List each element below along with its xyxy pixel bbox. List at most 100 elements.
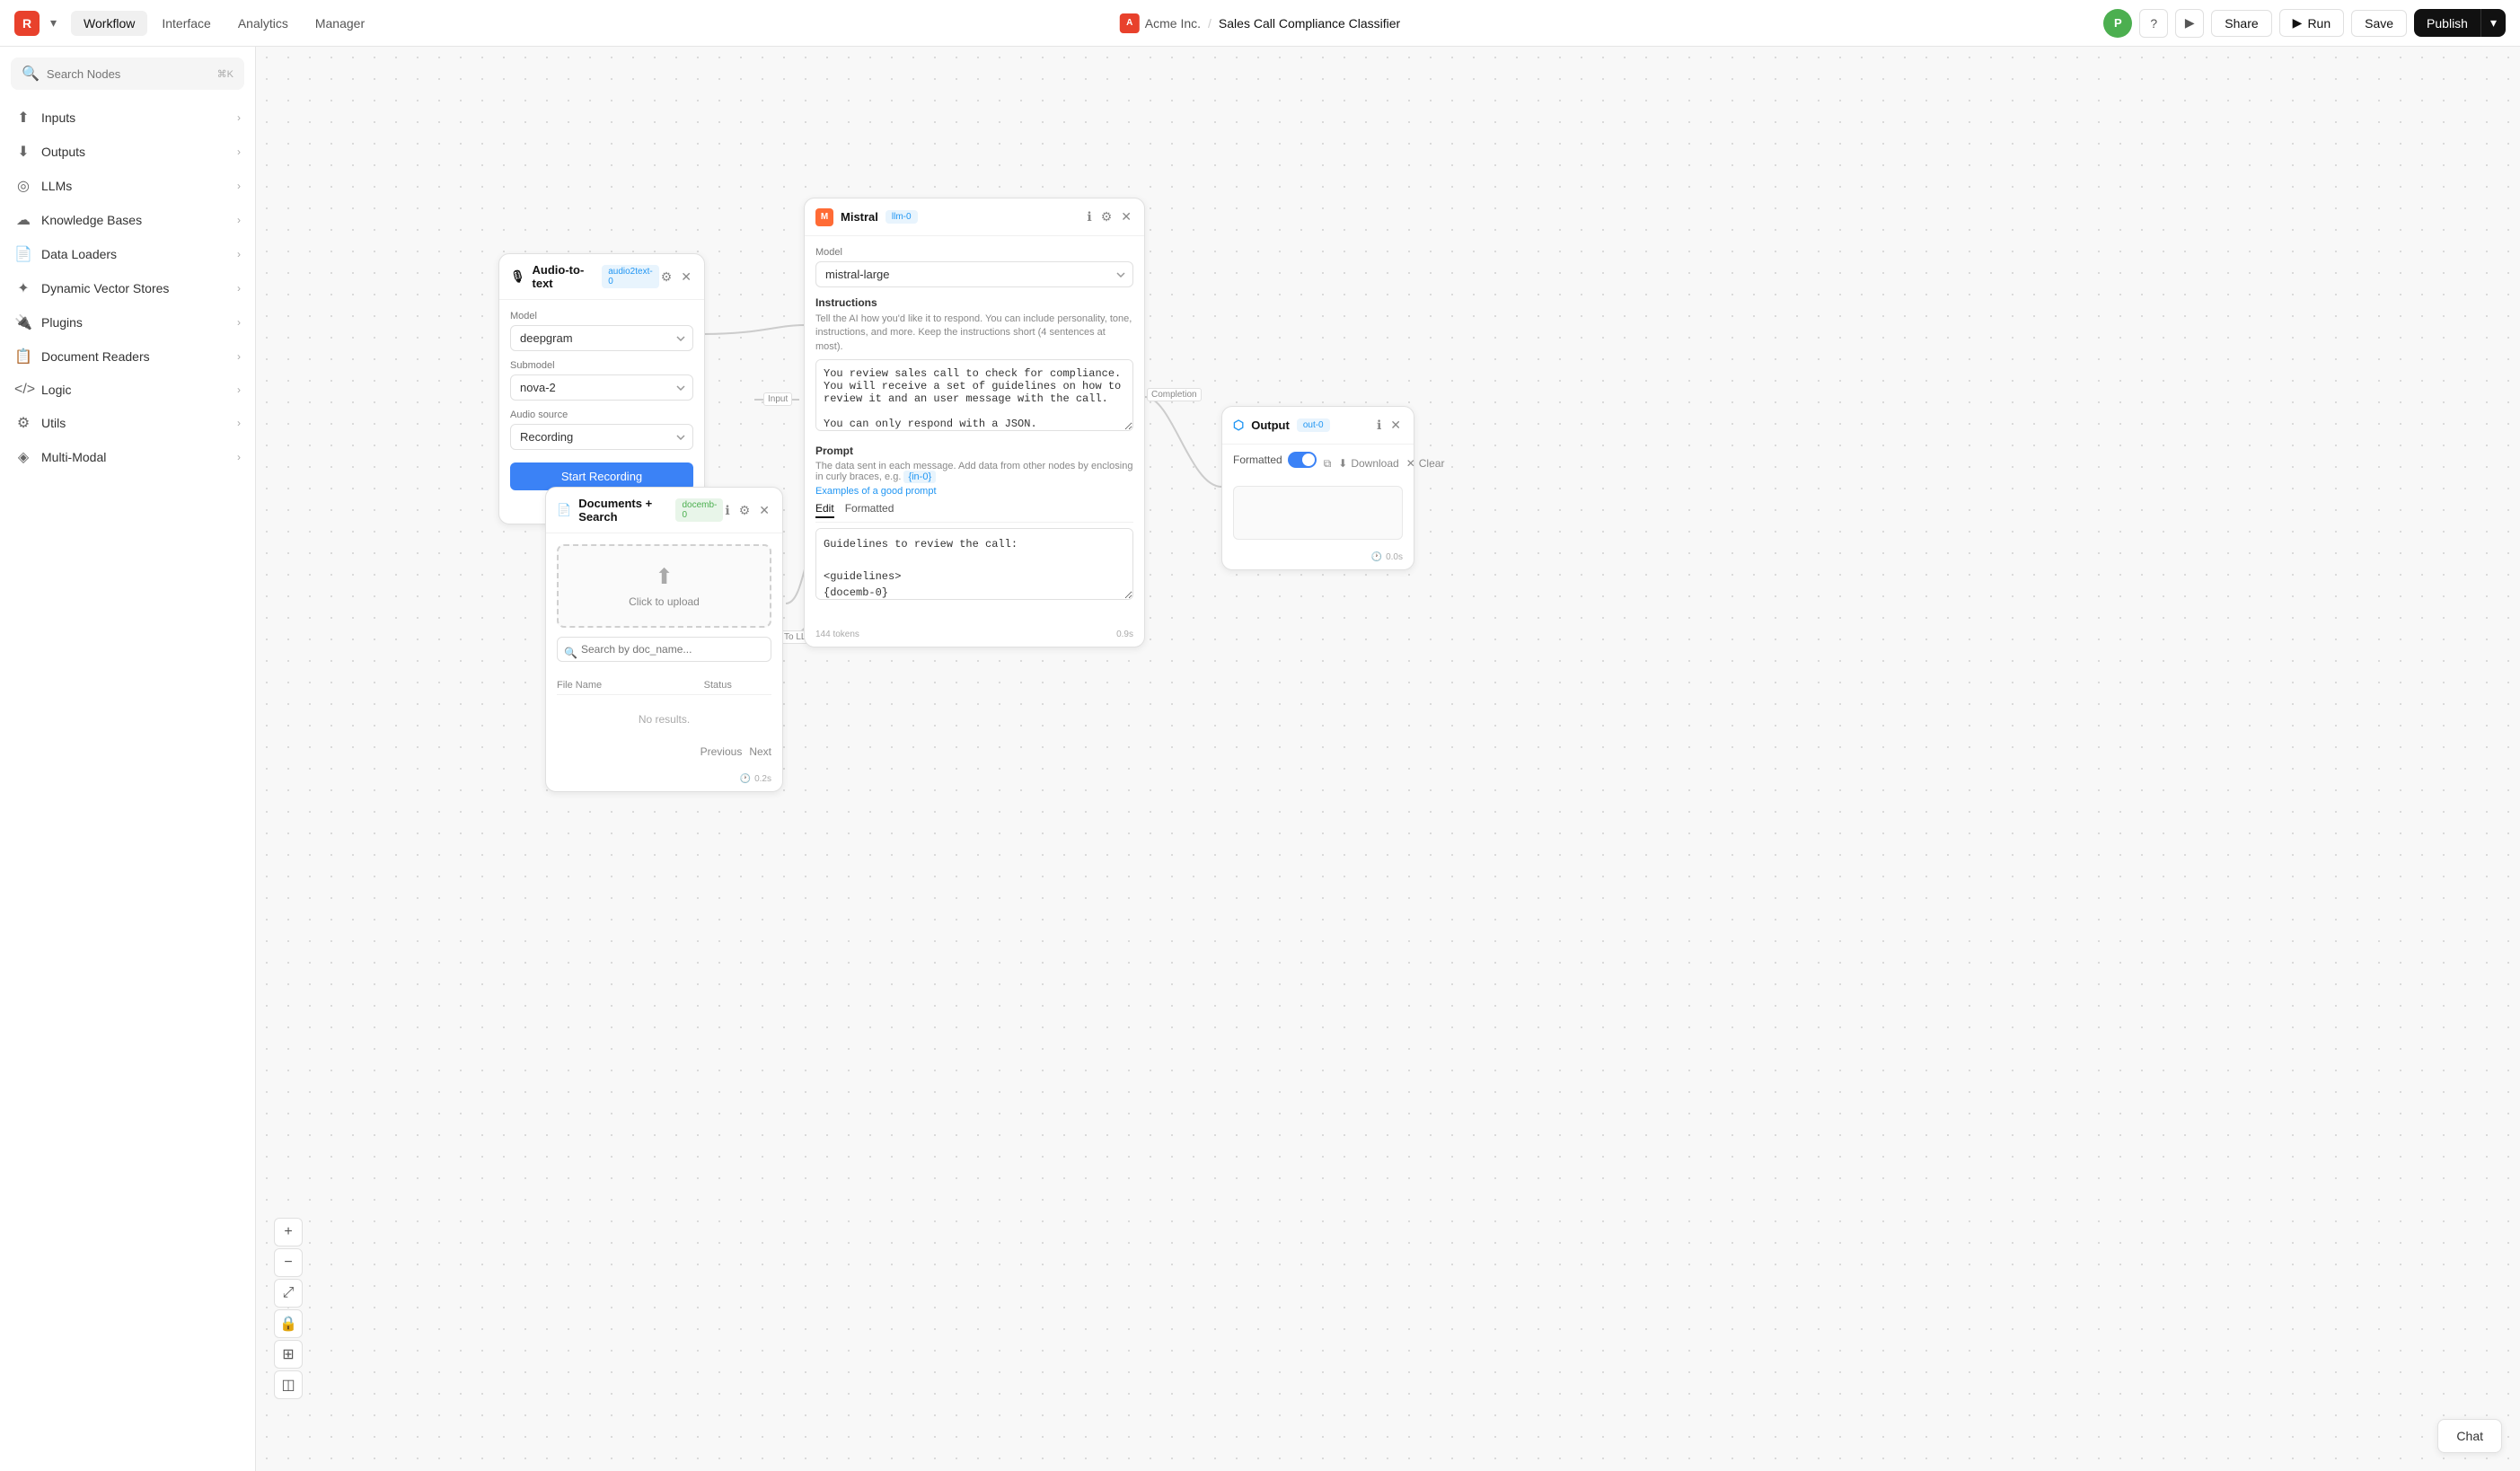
audio-close-button[interactable]: ✕	[679, 268, 693, 286]
sidebar-item-inputs[interactable]: ⬆ Inputs ›	[0, 101, 255, 135]
clock-icon: 🕐	[1371, 552, 1382, 562]
sidebar-item-utils[interactable]: ⚙ Utils ›	[0, 406, 255, 440]
output-node: ⬡ Output out-0 ℹ ✕ Formatted ⧉	[1221, 406, 1414, 570]
prompt-code-example: {in-0}	[903, 471, 936, 483]
sidebar-item-knowledge-bases[interactable]: ☁ Knowledge Bases ›	[0, 203, 255, 237]
audio-node-header: 🎙 Audio-to-text audio2text-0 ⚙ ✕	[499, 254, 704, 300]
zoom-in-button[interactable]: +	[274, 1218, 303, 1246]
prompt-formatted-tab[interactable]: Formatted	[845, 500, 894, 518]
audio-source-select[interactable]: Recording	[510, 424, 693, 450]
sidebar-item-plugins[interactable]: 🔌 Plugins ›	[0, 305, 255, 339]
topnav: R ▾ Workflow Interface Analytics Manager…	[0, 0, 2520, 47]
sidebar-item-outputs[interactable]: ⬇ Outputs ›	[0, 135, 255, 169]
prompt-edit-tab[interactable]: Edit	[815, 500, 834, 518]
search-input[interactable]	[47, 67, 210, 81]
chevron-icon: ›	[237, 214, 241, 226]
mistral-node-title: M Mistral llm-0	[815, 208, 918, 226]
sidebar-item-logic[interactable]: </> Logic ›	[0, 374, 255, 406]
docs-node-badge: docemb-0	[675, 498, 723, 522]
chat-button[interactable]: Chat	[2437, 1419, 2502, 1453]
minimap-button[interactable]: ◫	[274, 1370, 303, 1399]
mistral-model-field: Model mistral-large	[815, 247, 1133, 287]
run-icon: ▶	[2293, 15, 2303, 31]
user-avatar[interactable]: P	[2103, 9, 2132, 38]
doc-table-header: File Name Status	[557, 676, 771, 695]
chevron-icon: ›	[237, 180, 241, 192]
sidebar-label-inputs: Inputs	[41, 110, 75, 125]
workflow-canvas[interactable]: Input Completion To LLM 🎙 Audio-to-text …	[256, 47, 2520, 1471]
mistral-time: 0.9s	[1116, 630, 1133, 639]
prompt-label: Prompt	[815, 445, 1133, 457]
copy-button[interactable]: ⧉	[1324, 457, 1332, 471]
token-count: 144 tokens	[815, 630, 859, 639]
data-loaders-icon: 📄	[14, 245, 32, 263]
audio-node-body: Model deepgram Submodel nova-2 Audio sou…	[499, 300, 704, 501]
instructions-label: Instructions	[815, 296, 1133, 309]
model-label: Model	[510, 311, 693, 322]
help-button[interactable]: ?	[2139, 9, 2168, 38]
plugins-icon: 🔌	[14, 313, 32, 331]
output-info-button[interactable]: ℹ	[1375, 416, 1383, 435]
search-doc-input[interactable]	[557, 637, 771, 662]
mistral-close-button[interactable]: ✕	[1119, 207, 1133, 226]
prompt-examples-link[interactable]: Examples of a good prompt	[815, 486, 1133, 497]
download-button[interactable]: ⬇ Download	[1338, 457, 1398, 470]
mistral-node-body: Model mistral-large Instructions Tell th…	[805, 236, 1144, 624]
save-button[interactable]: Save	[2351, 10, 2407, 37]
sidebar-item-document-readers[interactable]: 📋 Document Readers ›	[0, 339, 255, 374]
fullscreen-button[interactable]: ⤢	[274, 1279, 303, 1308]
submodel-select[interactable]: nova-2	[510, 374, 693, 401]
share-button[interactable]: Share	[2211, 10, 2271, 37]
mistral-model-select[interactable]: mistral-large	[815, 261, 1133, 287]
upload-area[interactable]: ⬆ Click to upload	[557, 544, 771, 628]
connector-label-input: Input	[763, 392, 792, 406]
sidebar-item-data-loaders[interactable]: 📄 Data Loaders ›	[0, 237, 255, 271]
sidebar-item-dynamic-vector-stores[interactable]: ✦ Dynamic Vector Stores ›	[0, 271, 255, 305]
output-close-button[interactable]: ✕	[1388, 416, 1403, 435]
lock-button[interactable]: 🔒	[274, 1309, 303, 1338]
audio-settings-button[interactable]: ⚙	[659, 268, 674, 286]
model-select[interactable]: deepgram	[510, 325, 693, 351]
search-box[interactable]: 🔍 ⌘K	[11, 57, 244, 90]
sidebar-label-data-loaders: Data Loaders	[41, 247, 117, 261]
tab-workflow[interactable]: Workflow	[71, 11, 147, 36]
docs-info-button[interactable]: ℹ	[723, 501, 731, 520]
toggle-switch[interactable]	[1288, 452, 1317, 468]
company-icon: A	[1120, 13, 1140, 33]
mistral-settings-button[interactable]: ⚙	[1099, 207, 1115, 226]
mistral-node: M Mistral llm-0 ℹ ⚙ ✕ Model mistral-larg…	[804, 198, 1145, 647]
docs-node-body: ⬆ Click to upload 🔍 File Name Status No …	[546, 533, 782, 769]
chevron-icon: ›	[237, 111, 241, 124]
tab-analytics[interactable]: Analytics	[225, 11, 301, 36]
sidebar-item-llms[interactable]: ◎ LLMs ›	[0, 169, 255, 203]
mistral-info-button[interactable]: ℹ	[1085, 207, 1093, 226]
clear-button[interactable]: ✕ Clear	[1406, 457, 1445, 470]
zoom-out-button[interactable]: −	[274, 1248, 303, 1277]
play-test-button[interactable]: ▶	[2175, 9, 2204, 38]
docs-node-title: 📄 Documents + Search docemb-0	[557, 497, 723, 524]
instructions-textarea[interactable]: You review sales call to check for compl…	[815, 359, 1133, 431]
nav-right-actions: P ? ▶ Share ▶ Run Save Publish ▾	[2103, 9, 2506, 38]
publish-button[interactable]: Publish ▾	[2414, 9, 2506, 37]
search-doc-icon: 🔍	[564, 647, 577, 659]
sidebar-item-multi-modal[interactable]: ◈ Multi-Modal ›	[0, 440, 255, 474]
prompt-textarea[interactable]: Guidelines to review the call: <guidelin…	[815, 528, 1133, 600]
grid-button[interactable]: ⊞	[274, 1340, 303, 1369]
docs-settings-button[interactable]: ⚙	[737, 501, 753, 520]
run-button[interactable]: ▶ Run	[2279, 9, 2344, 37]
docs-close-button[interactable]: ✕	[757, 501, 771, 520]
clear-icon: ✕	[1406, 457, 1415, 470]
breadcrumb-separator: /	[1208, 16, 1212, 31]
tab-interface[interactable]: Interface	[149, 11, 223, 36]
connector-label-completion: Completion	[1147, 388, 1202, 401]
prev-button[interactable]: Previous	[700, 745, 743, 758]
publish-arrow-icon[interactable]: ▾	[2480, 9, 2506, 37]
pagination: Previous Next	[557, 740, 771, 758]
chevron-icon: ›	[237, 316, 241, 329]
sidebar-label-knowledge-bases: Knowledge Bases	[41, 213, 142, 227]
tab-manager[interactable]: Manager	[303, 11, 377, 36]
audio-node-title: 🎙 Audio-to-text audio2text-0	[510, 263, 659, 290]
nav-chevron-icon[interactable]: ▾	[47, 12, 60, 34]
download-icon: ⬇	[1338, 457, 1347, 470]
next-button[interactable]: Next	[749, 745, 771, 758]
